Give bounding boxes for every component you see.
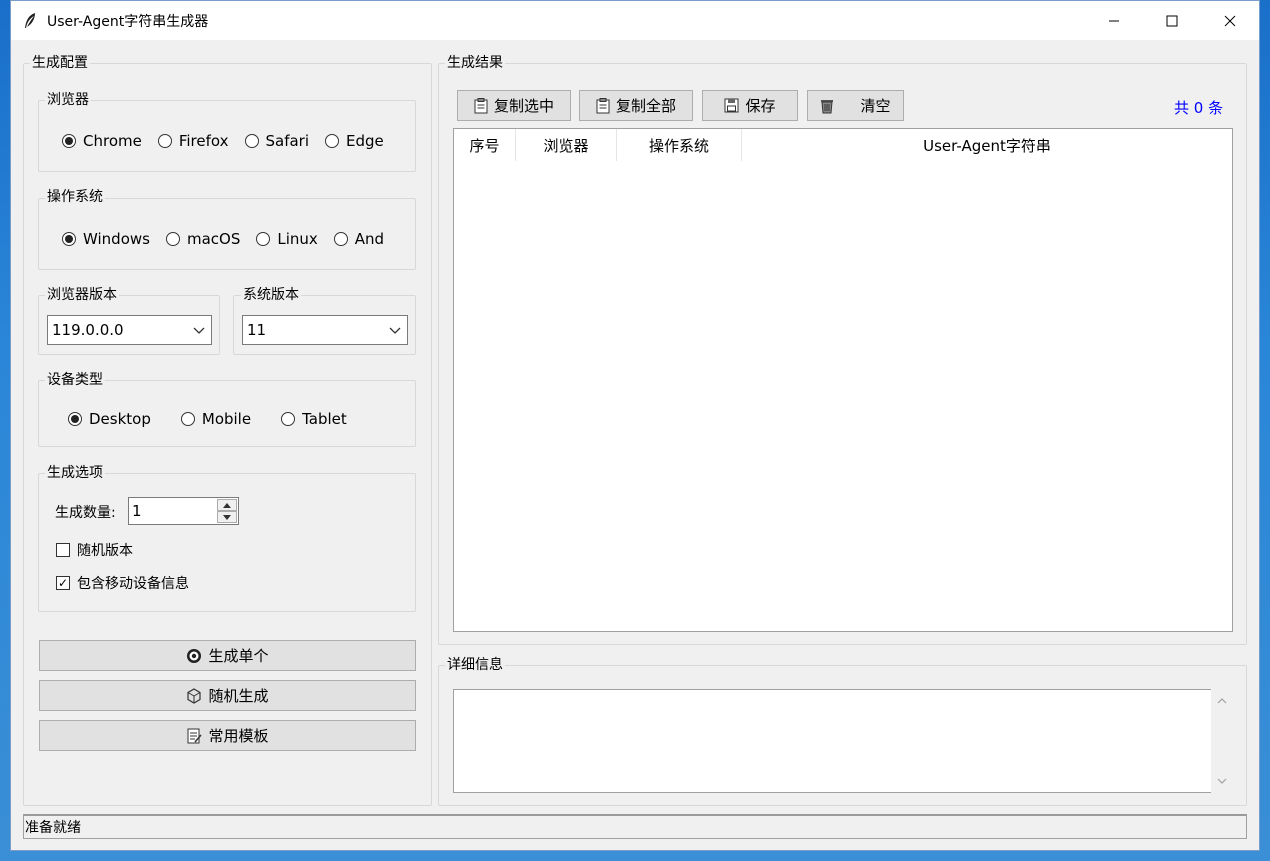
app-window: User-Agent字符串生成器 生成配置 浏览器 Chrome Firefox… bbox=[10, 0, 1260, 851]
random-version-label[interactable]: 随机版本 bbox=[77, 540, 133, 560]
browser-version-select[interactable]: 119.0.0.0 bbox=[47, 315, 212, 345]
radio-macos[interactable] bbox=[165, 232, 180, 246]
details-scrollbar[interactable] bbox=[1211, 689, 1233, 793]
radio-desktop[interactable] bbox=[68, 412, 82, 426]
radio-edge-label[interactable]: Edge bbox=[346, 132, 384, 150]
status-bar: 准备就绪 bbox=[23, 814, 1247, 839]
spin-down-button[interactable] bbox=[217, 511, 237, 523]
table-header: 序号 浏览器 操作系统 User-Agent字符串 bbox=[454, 129, 1232, 161]
target-icon bbox=[186, 648, 202, 664]
count-spinbox[interactable]: 1 bbox=[128, 497, 239, 525]
radio-android[interactable] bbox=[333, 232, 348, 246]
maximize-button[interactable] bbox=[1143, 1, 1201, 40]
browser-version-title: 浏览器版本 bbox=[45, 287, 119, 303]
os-radio-row: Windows macOS Linux And bbox=[62, 230, 400, 248]
browser-group-title: 浏览器 bbox=[45, 92, 91, 108]
random-generate-label: 随机生成 bbox=[208, 687, 269, 705]
radio-mobile[interactable] bbox=[180, 412, 195, 426]
include-mobile-label[interactable]: 包含移动设备信息 bbox=[77, 573, 189, 593]
column-header-index[interactable]: 序号 bbox=[454, 129, 516, 161]
chevron-down-icon bbox=[389, 327, 401, 334]
clear-label: 清空 bbox=[860, 97, 891, 115]
clipboard-icon bbox=[596, 97, 610, 114]
include-mobile-row[interactable]: ✓ 包含移动设备信息 bbox=[56, 573, 189, 593]
copy-selected-button[interactable]: 复制选中 bbox=[457, 90, 571, 121]
close-button[interactable] bbox=[1201, 1, 1259, 40]
clear-button[interactable]: 清空 bbox=[807, 90, 904, 121]
include-mobile-checkbox[interactable]: ✓ bbox=[56, 576, 70, 590]
os-version-value: 11 bbox=[247, 321, 267, 339]
radio-linux-label[interactable]: Linux bbox=[277, 230, 317, 248]
radio-desktop-label[interactable]: Desktop bbox=[89, 410, 151, 428]
browser-radio-row: Chrome Firefox Safari Edge bbox=[62, 132, 400, 150]
browser-version-value: 119.0.0.0 bbox=[52, 321, 124, 339]
status-text: 准备就绪 bbox=[25, 820, 81, 836]
config-group-title: 生成配置 bbox=[30, 55, 90, 71]
spin-up-button[interactable] bbox=[217, 499, 237, 511]
save-button[interactable]: 保存 bbox=[702, 90, 798, 121]
clipboard-icon bbox=[474, 97, 488, 114]
radio-tablet-label[interactable]: Tablet bbox=[302, 410, 347, 428]
radio-windows[interactable] bbox=[62, 232, 76, 246]
wastebasket-icon bbox=[820, 98, 834, 114]
results-group-title: 生成结果 bbox=[445, 55, 505, 71]
arrow-up-icon bbox=[223, 502, 231, 508]
radio-android-label[interactable]: And bbox=[355, 230, 384, 248]
radio-macos-label[interactable]: macOS bbox=[187, 230, 240, 248]
floppy-disk-icon bbox=[724, 98, 739, 113]
radio-firefox-label[interactable]: Firefox bbox=[179, 132, 229, 150]
radio-mobile-label[interactable]: Mobile bbox=[202, 410, 251, 428]
chevron-down-icon bbox=[193, 327, 205, 334]
details-group-title: 详细信息 bbox=[445, 657, 505, 673]
templates-button[interactable]: 常用模板 bbox=[39, 720, 416, 751]
generate-single-label: 生成单个 bbox=[208, 647, 269, 665]
scroll-up-icon bbox=[1217, 698, 1227, 704]
radio-chrome-label[interactable]: Chrome bbox=[83, 132, 142, 150]
os-version-select[interactable]: 11 bbox=[242, 315, 408, 345]
column-header-user-agent[interactable]: User-Agent字符串 bbox=[742, 129, 1232, 161]
minimize-button[interactable] bbox=[1085, 1, 1143, 40]
random-version-checkbox[interactable] bbox=[56, 543, 70, 557]
results-table[interactable]: 序号 浏览器 操作系统 User-Agent字符串 bbox=[453, 128, 1233, 632]
close-icon bbox=[1224, 15, 1236, 26]
count-label: 生成数量: bbox=[55, 505, 116, 521]
options-group-title: 生成选项 bbox=[45, 465, 105, 481]
radio-edge[interactable] bbox=[325, 134, 340, 148]
maximize-icon bbox=[1166, 15, 1178, 26]
radio-chrome[interactable] bbox=[62, 134, 76, 148]
column-header-browser[interactable]: 浏览器 bbox=[516, 129, 617, 161]
radio-tablet[interactable] bbox=[281, 412, 296, 426]
generate-single-button[interactable]: 生成单个 bbox=[39, 640, 416, 671]
arrow-down-icon bbox=[223, 514, 231, 520]
window-title: User-Agent字符串生成器 bbox=[47, 13, 209, 30]
radio-safari-label[interactable]: Safari bbox=[266, 132, 310, 150]
details-textarea[interactable] bbox=[453, 689, 1233, 793]
save-label: 保存 bbox=[745, 97, 776, 115]
os-group-title: 操作系统 bbox=[45, 189, 105, 205]
count-value: 1 bbox=[132, 502, 142, 520]
copy-all-button[interactable]: 复制全部 bbox=[579, 90, 693, 121]
result-count: 共 0 条 bbox=[1174, 99, 1224, 117]
memo-icon bbox=[186, 728, 203, 744]
copy-all-label: 复制全部 bbox=[615, 97, 676, 115]
templates-label: 常用模板 bbox=[208, 727, 269, 745]
minimize-icon bbox=[1109, 20, 1119, 21]
title-bar: User-Agent字符串生成器 bbox=[11, 1, 1259, 40]
feather-icon bbox=[23, 12, 39, 30]
device-radio-row: Desktop Mobile Tablet bbox=[68, 410, 363, 428]
radio-safari[interactable] bbox=[244, 134, 259, 148]
column-header-os[interactable]: 操作系统 bbox=[617, 129, 742, 161]
device-group-title: 设备类型 bbox=[45, 372, 105, 388]
random-version-row[interactable]: 随机版本 bbox=[56, 540, 133, 560]
copy-selected-label: 复制选中 bbox=[493, 97, 554, 115]
random-generate-button[interactable]: 随机生成 bbox=[39, 680, 416, 711]
scroll-down-icon bbox=[1217, 778, 1227, 784]
os-version-title: 系统版本 bbox=[241, 287, 301, 303]
dice-icon bbox=[186, 687, 202, 704]
radio-firefox[interactable] bbox=[157, 134, 172, 148]
radio-windows-label[interactable]: Windows bbox=[83, 230, 150, 248]
radio-linux[interactable] bbox=[256, 232, 271, 246]
